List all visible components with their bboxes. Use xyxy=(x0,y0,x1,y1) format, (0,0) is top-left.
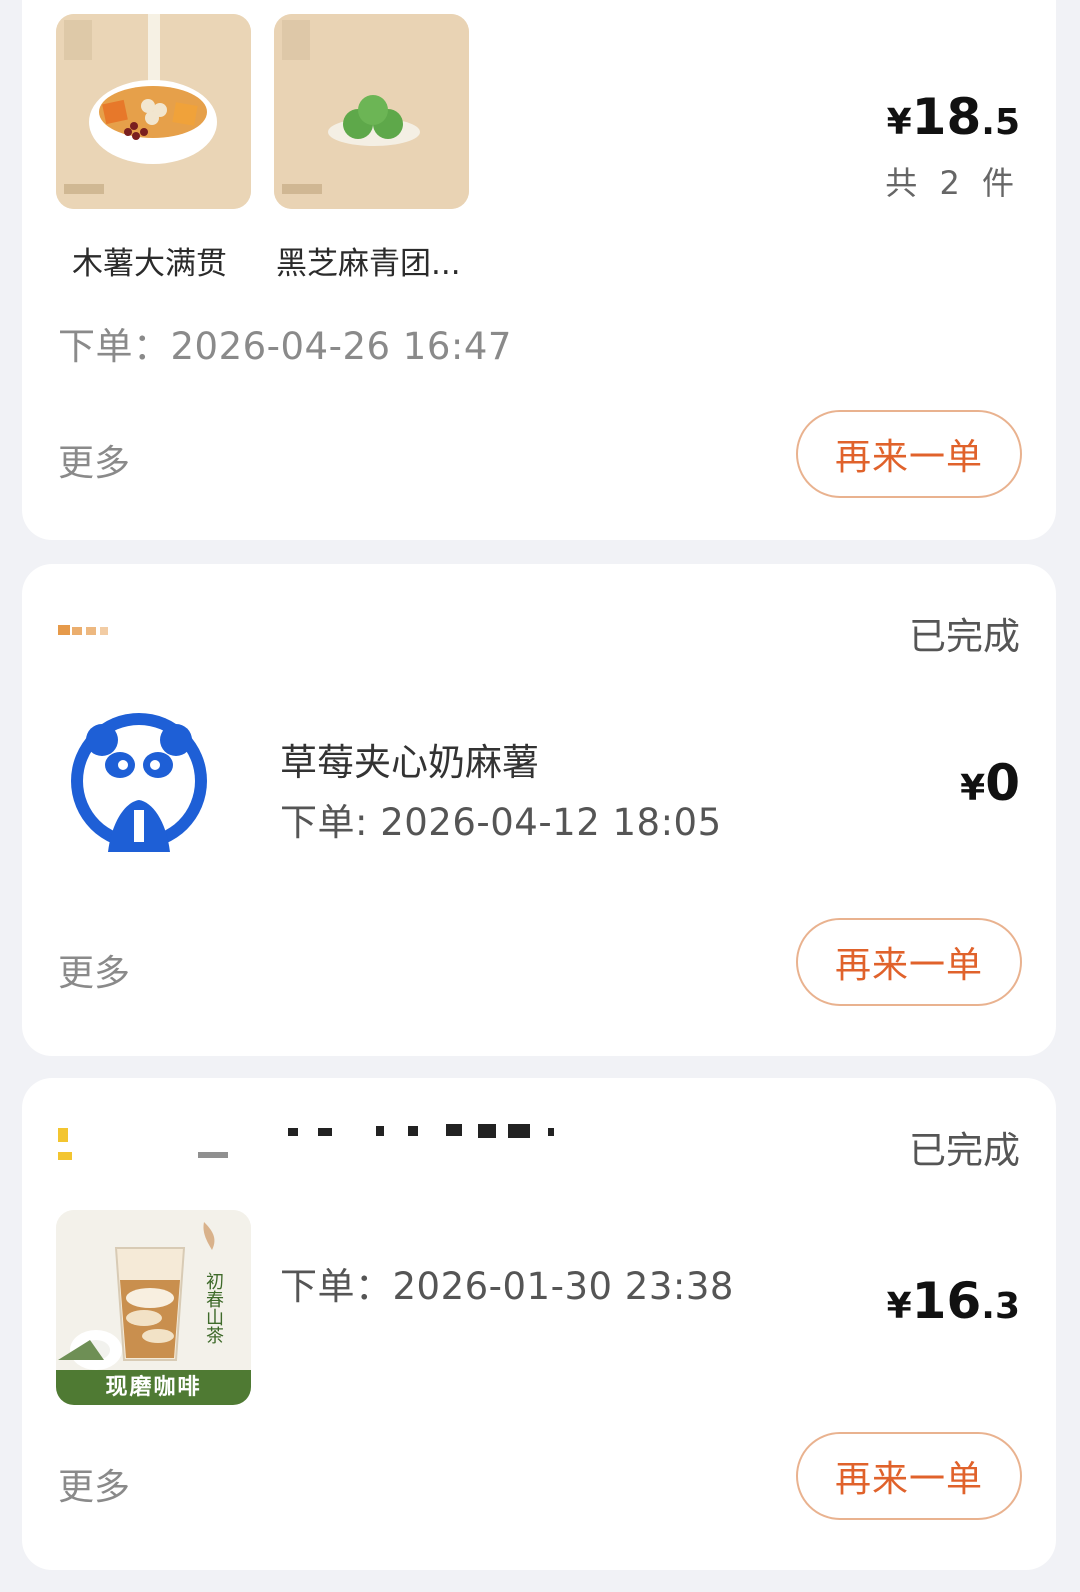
order-card-2[interactable]: 已完成 草莓夹心奶麻薯 下单: 2026-04-12 18:05 ¥0 更多 再… xyxy=(22,564,1056,1056)
store-logo[interactable] xyxy=(68,710,210,852)
more-button[interactable]: 更多 xyxy=(58,434,130,486)
item-count: 共 2 件 xyxy=(885,164,1020,202)
more-button[interactable]: 更多 xyxy=(58,1458,130,1510)
currency-symbol: ¥ xyxy=(960,768,986,809)
reorder-button[interactable]: 再来一单 xyxy=(796,918,1022,1006)
order-price: ¥16.3 xyxy=(887,1272,1020,1330)
order-status: 已完成 xyxy=(909,1129,1020,1172)
image-banner: 现磨咖啡 xyxy=(105,1375,202,1400)
price-decimal: .5 xyxy=(981,102,1020,143)
item-thumbnail-qingtuan[interactable] xyxy=(274,14,469,209)
item-name-taro: 木薯大满贯 xyxy=(72,246,227,282)
item-thumbnail-coffee[interactable]: 初春山茶 现磨咖啡 xyxy=(56,1210,251,1405)
price-integer: 16 xyxy=(911,1272,982,1330)
order-price: ¥18.5 xyxy=(887,88,1020,146)
store-name-redacted xyxy=(58,1124,554,1160)
order-time: 下单：2026-01-30 23:38 xyxy=(280,1265,734,1308)
order-card-1[interactable]: 木薯大满贯 黑芝麻青团... ¥18.5 共 2 件 下单：2026-04-26… xyxy=(22,0,1056,540)
price-integer: 18 xyxy=(911,88,982,146)
order-card-3[interactable]: 已完成 初春山茶 现磨咖啡 下单：2026-01-30 23:38 ¥16.3 … xyxy=(22,1078,1056,1570)
product-name: 草莓夹心奶麻薯 xyxy=(280,741,539,784)
image-caption-vertical: 初春山茶 xyxy=(203,1272,224,1344)
green-rice-balls-image xyxy=(274,14,469,209)
price-decimal: .3 xyxy=(981,1286,1020,1327)
currency-symbol: ¥ xyxy=(886,102,912,143)
item-thumbnail-taro[interactable] xyxy=(56,14,251,209)
item-name-qingtuan: 黑芝麻青团... xyxy=(276,246,461,282)
more-button[interactable]: 更多 xyxy=(58,944,130,996)
store-name-redacted xyxy=(58,625,108,635)
reorder-button[interactable]: 再来一单 xyxy=(796,1432,1022,1520)
price-integer: 0 xyxy=(985,754,1020,812)
order-time: 下单: 2026-04-12 18:05 xyxy=(280,801,722,844)
order-price: ¥0 xyxy=(960,754,1020,812)
order-status: 已完成 xyxy=(909,615,1020,658)
order-time: 下单：2026-04-26 16:47 xyxy=(58,325,512,368)
taro-dessert-bowl-image xyxy=(56,14,251,209)
panda-logo-icon xyxy=(71,713,207,852)
currency-symbol: ¥ xyxy=(886,1286,912,1327)
reorder-button[interactable]: 再来一单 xyxy=(796,410,1022,498)
